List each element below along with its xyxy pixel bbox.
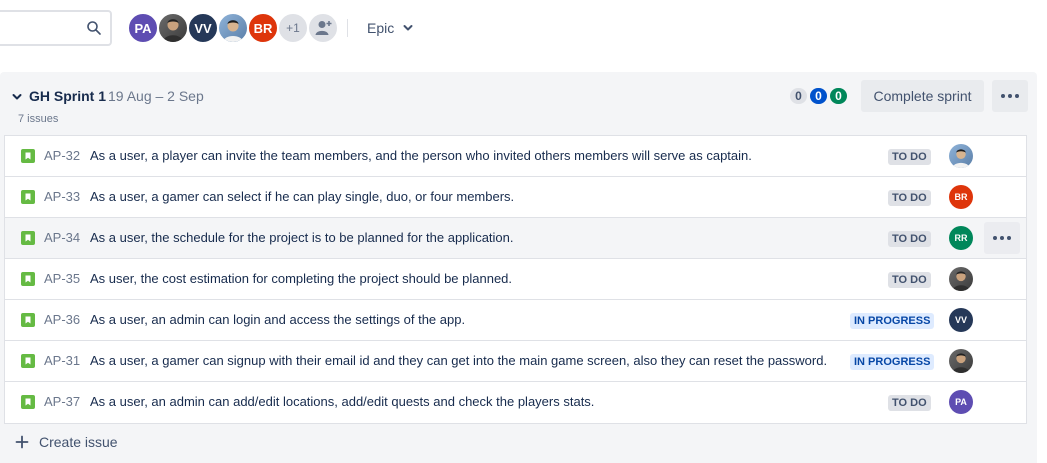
- assignee-avatar[interactable]: PA: [949, 390, 973, 414]
- status-badge[interactable]: TO DO: [888, 149, 931, 165]
- issue-key[interactable]: AP-34: [44, 230, 80, 245]
- todo-count-badge: 0: [790, 88, 807, 104]
- avatar[interactable]: [157, 12, 189, 44]
- sprint-dates: 19 Aug – 2 Sep: [108, 88, 204, 104]
- status-badge[interactable]: TO DO: [888, 395, 931, 411]
- avatar[interactable]: PA: [127, 12, 159, 44]
- status-badge[interactable]: TO DO: [888, 190, 931, 206]
- issue-row[interactable]: AP-36 As a user, an admin can login and …: [5, 300, 1026, 341]
- chevron-down-icon[interactable]: [11, 91, 23, 103]
- sprint-more-button[interactable]: [992, 80, 1028, 112]
- sprint-header: GH Sprint 1 19 Aug – 2 Sep 7 issues 0 0 …: [0, 72, 1037, 132]
- story-icon: [21, 395, 35, 409]
- issue-summary: As user, the cost estimation for complet…: [90, 271, 513, 286]
- assignee-avatar[interactable]: [949, 349, 973, 373]
- story-icon: [21, 149, 35, 163]
- issue-row[interactable]: AP-33 As a user, a gamer can select if h…: [5, 177, 1026, 218]
- create-issue-button[interactable]: Create issue: [15, 434, 118, 450]
- assignee-avatar[interactable]: [949, 144, 973, 168]
- issue-row[interactable]: AP-32 As a user, a player can invite the…: [5, 136, 1026, 177]
- story-icon: [21, 231, 35, 245]
- avatar[interactable]: VV: [187, 12, 219, 44]
- assignee-avatar[interactable]: BR: [949, 185, 973, 209]
- issue-list: AP-32 As a user, a player can invite the…: [4, 135, 1027, 424]
- sprint-issue-count: 7 issues: [18, 113, 59, 125]
- user-photo-icon: [223, 20, 243, 42]
- create-issue-label: Create issue: [39, 434, 118, 450]
- issue-key[interactable]: AP-32: [44, 148, 80, 163]
- avatar[interactable]: BR: [247, 12, 279, 44]
- status-badge[interactable]: IN PROGRESS: [850, 313, 935, 329]
- chevron-down-icon: [403, 25, 413, 31]
- plus-icon: [15, 435, 29, 449]
- more-icon: [1001, 94, 1019, 98]
- assignee-filter: PA VV BR +1: [127, 12, 339, 44]
- search-icon: [87, 21, 101, 35]
- epic-filter[interactable]: Epic: [357, 12, 424, 44]
- issue-row[interactable]: AP-35 As user, the cost estimation for c…: [5, 259, 1026, 300]
- issue-row[interactable]: AP-34 As a user, the schedule for the pr…: [5, 218, 1026, 259]
- add-people-button[interactable]: [307, 12, 339, 44]
- status-badge[interactable]: IN PROGRESS: [850, 354, 935, 370]
- complete-sprint-button[interactable]: Complete sprint: [861, 80, 984, 112]
- more-avatars[interactable]: +1: [277, 12, 309, 44]
- status-badge[interactable]: TO DO: [888, 231, 931, 247]
- avatar[interactable]: [217, 12, 249, 44]
- story-icon: [21, 313, 35, 327]
- issue-summary: As a user, the schedule for the project …: [90, 230, 514, 245]
- issue-summary: As a user, a gamer can signup with their…: [90, 353, 828, 368]
- more-icon: [993, 236, 1011, 240]
- status-counts: 0 0 0: [790, 88, 847, 104]
- issue-key[interactable]: AP-36: [44, 312, 80, 327]
- issue-summary: As a user, an admin can login and access…: [90, 312, 466, 327]
- issue-key[interactable]: AP-33: [44, 189, 80, 204]
- assignee-avatar[interactable]: VV: [949, 308, 973, 332]
- user-photo-icon: [952, 149, 970, 168]
- issue-summary: As a user, a player can invite the team …: [90, 148, 752, 163]
- user-photo-icon: [952, 271, 970, 291]
- story-icon: [21, 272, 35, 286]
- issue-key[interactable]: AP-31: [44, 353, 80, 368]
- issue-key[interactable]: AP-35: [44, 271, 80, 286]
- epic-filter-label: Epic: [367, 20, 395, 36]
- user-photo-icon: [952, 353, 970, 373]
- issue-more-button[interactable]: [984, 222, 1020, 254]
- assignee-avatar[interactable]: [949, 267, 973, 291]
- toolbar-divider: [347, 19, 348, 37]
- status-badge[interactable]: TO DO: [888, 272, 931, 288]
- user-photo-icon: [163, 19, 183, 42]
- story-icon: [21, 190, 35, 204]
- issue-row[interactable]: AP-37 As a user, an admin can add/edit l…: [5, 382, 1026, 423]
- assignee-avatar[interactable]: RR: [949, 226, 973, 250]
- in-progress-count-badge: 0: [810, 88, 827, 104]
- done-count-badge: 0: [830, 88, 847, 104]
- add-person-icon: [315, 21, 332, 35]
- issue-summary: As a user, a gamer can select if he can …: [90, 189, 515, 204]
- sprint-container: GH Sprint 1 19 Aug – 2 Sep 7 issues 0 0 …: [0, 72, 1037, 463]
- board-toolbar: PA VV BR +1 Epic: [0, 0, 1047, 60]
- issue-summary: As a user, an admin can add/edit locatio…: [90, 394, 595, 409]
- story-icon: [21, 354, 35, 368]
- issue-row[interactable]: AP-31 As a user, a gamer can signup with…: [5, 341, 1026, 382]
- search-input[interactable]: [0, 10, 112, 46]
- issue-key[interactable]: AP-37: [44, 394, 80, 409]
- sprint-name[interactable]: GH Sprint 1: [29, 88, 106, 104]
